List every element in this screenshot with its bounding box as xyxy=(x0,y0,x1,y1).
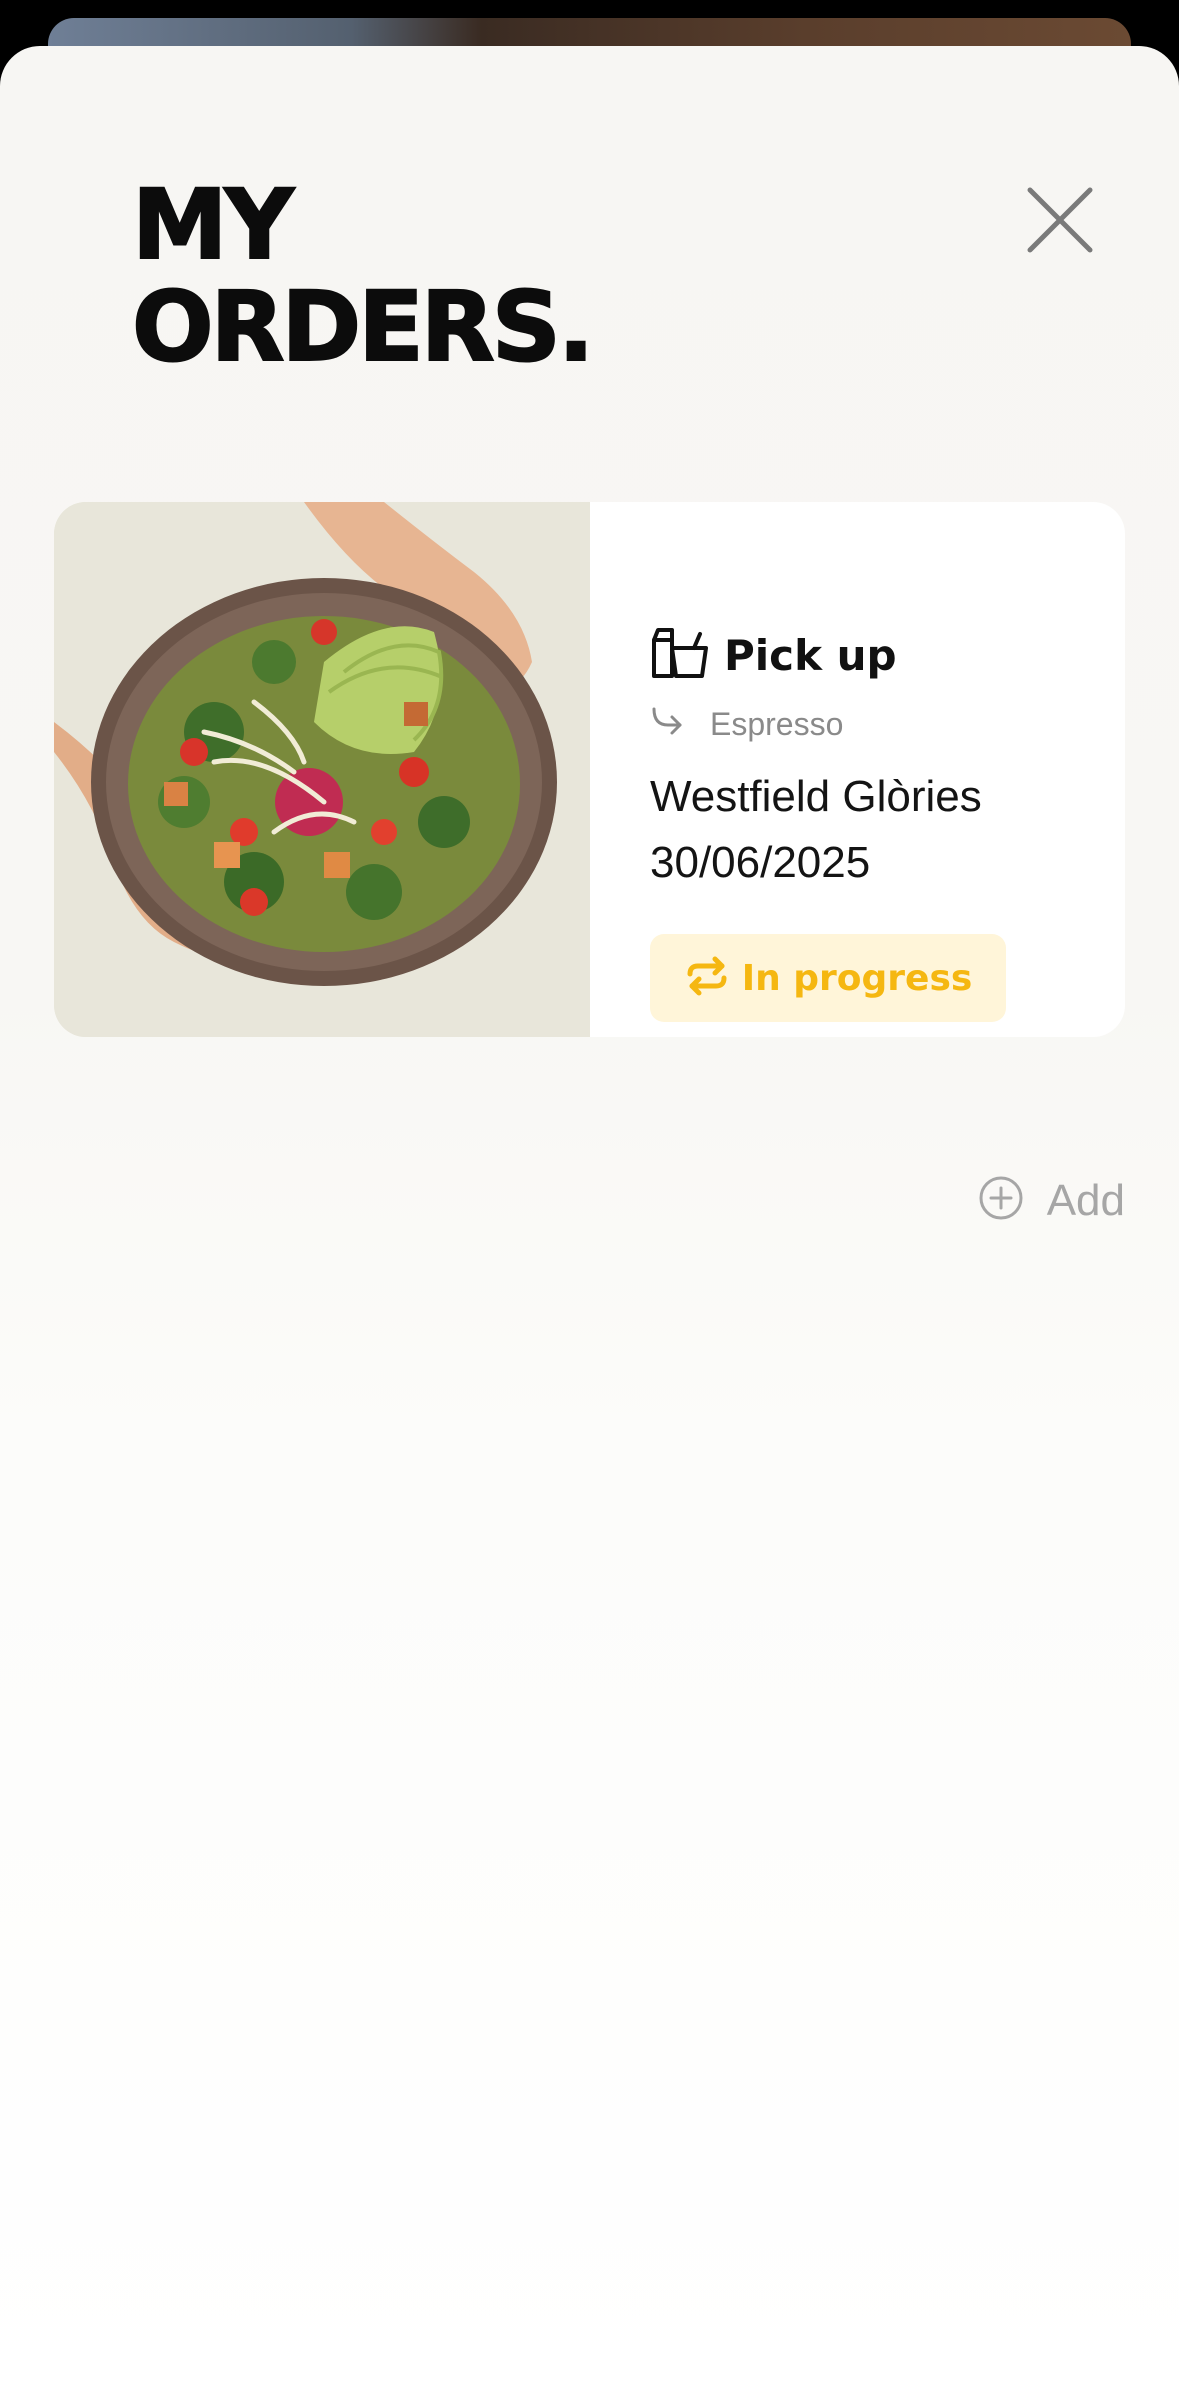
close-button[interactable] xyxy=(1018,178,1102,262)
plus-circle-icon xyxy=(977,1174,1025,1227)
status-badge: In progress xyxy=(650,934,1006,1022)
page-title: MY ORDERS. xyxy=(131,169,595,383)
product-name: Espresso xyxy=(710,706,844,742)
order-card[interactable]: Pick up Espresso Westfield Glòries 30/06… xyxy=(54,502,1125,1037)
order-type-label: Pick up xyxy=(724,631,897,680)
store-name: Westfield Glòries xyxy=(650,772,982,821)
status-label: In progress xyxy=(741,957,973,999)
add-label: Add xyxy=(1046,1175,1125,1225)
close-icon xyxy=(1027,187,1093,253)
arrow-turn-right-icon xyxy=(650,707,684,742)
order-image xyxy=(54,502,590,1037)
order-details: Pick up Espresso Westfield Glòries 30/06… xyxy=(650,502,1125,1037)
orders-sheet: MY ORDERS. Pick up Espresso Westfield Gl… xyxy=(0,46,1179,2396)
takeaway-bag-icon xyxy=(650,626,710,685)
order-product: Espresso xyxy=(650,706,843,743)
order-type: Pick up xyxy=(650,626,897,685)
order-date: 30/06/2025 xyxy=(650,838,871,887)
repeat-arrows-icon xyxy=(684,956,730,1001)
add-button[interactable]: Add xyxy=(977,1174,1125,1227)
